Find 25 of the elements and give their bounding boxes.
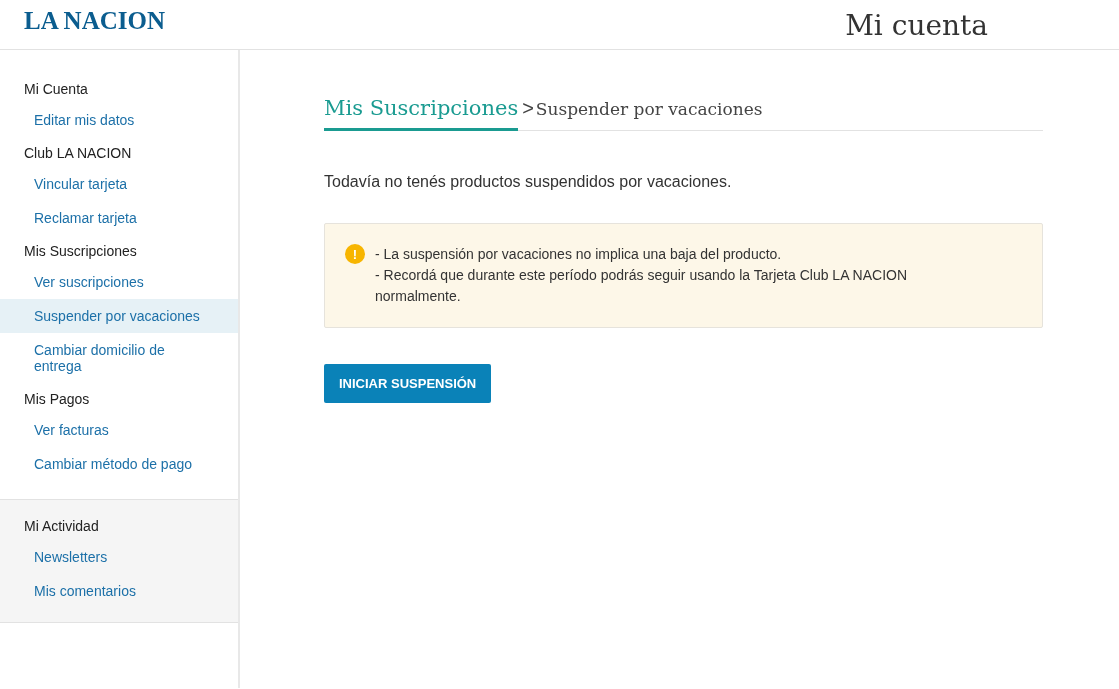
- sidebar-link[interactable]: Editar mis datos: [0, 103, 238, 137]
- site-logo[interactable]: LA NACION: [24, 6, 165, 35]
- sidebar-heading: Mi Actividad: [23, 517, 100, 536]
- sidebar-link[interactable]: Cambiar domicilio de entrega: [0, 333, 238, 383]
- breadcrumb-separator: >: [522, 97, 534, 120]
- sidebar-heading: Club LA NACION: [23, 144, 133, 163]
- breadcrumb-current: Suspender por vacaciones: [535, 99, 763, 119]
- start-suspension-button[interactable]: INICIAR SUSPENSIÓN: [324, 364, 492, 403]
- notice-text: - Recordá que durante este período podrás seguir usando la Tarjeta Club LA NACION normalmente.: [375, 266, 909, 306]
- sidebar-link[interactable]: Newsletters: [0, 540, 238, 574]
- empty-message: Todavía no tenés productos suspendidos por vacaciones.: [324, 173, 733, 191]
- sidebar-heading: Mis Pagos: [23, 390, 91, 409]
- sidebar-link[interactable]: Mis comentarios: [0, 574, 238, 608]
- sidebar-link[interactable]: Cambiar método de pago: [0, 447, 238, 481]
- sidebar-link[interactable]: Reclamar tarjeta: [0, 201, 238, 235]
- warning-icon: !: [345, 244, 365, 264]
- sidebar-heading: Mis Suscripciones: [23, 242, 138, 261]
- sidebar-link[interactable]: Ver suscripciones: [0, 265, 238, 299]
- page-title: Mi cuenta: [845, 9, 988, 42]
- sidebar-link[interactable]: Suspender por vacaciones: [0, 299, 238, 333]
- sidebar-heading: Mi Cuenta: [23, 80, 89, 99]
- breadcrumb-link[interactable]: Mis Suscripciones: [324, 96, 519, 131]
- sidebar-link[interactable]: Ver facturas: [0, 413, 238, 447]
- notice-text: - La suspensión por vacaciones no implica una baja del producto.: [375, 245, 783, 264]
- sidebar-link[interactable]: Vincular tarjeta: [0, 167, 238, 201]
